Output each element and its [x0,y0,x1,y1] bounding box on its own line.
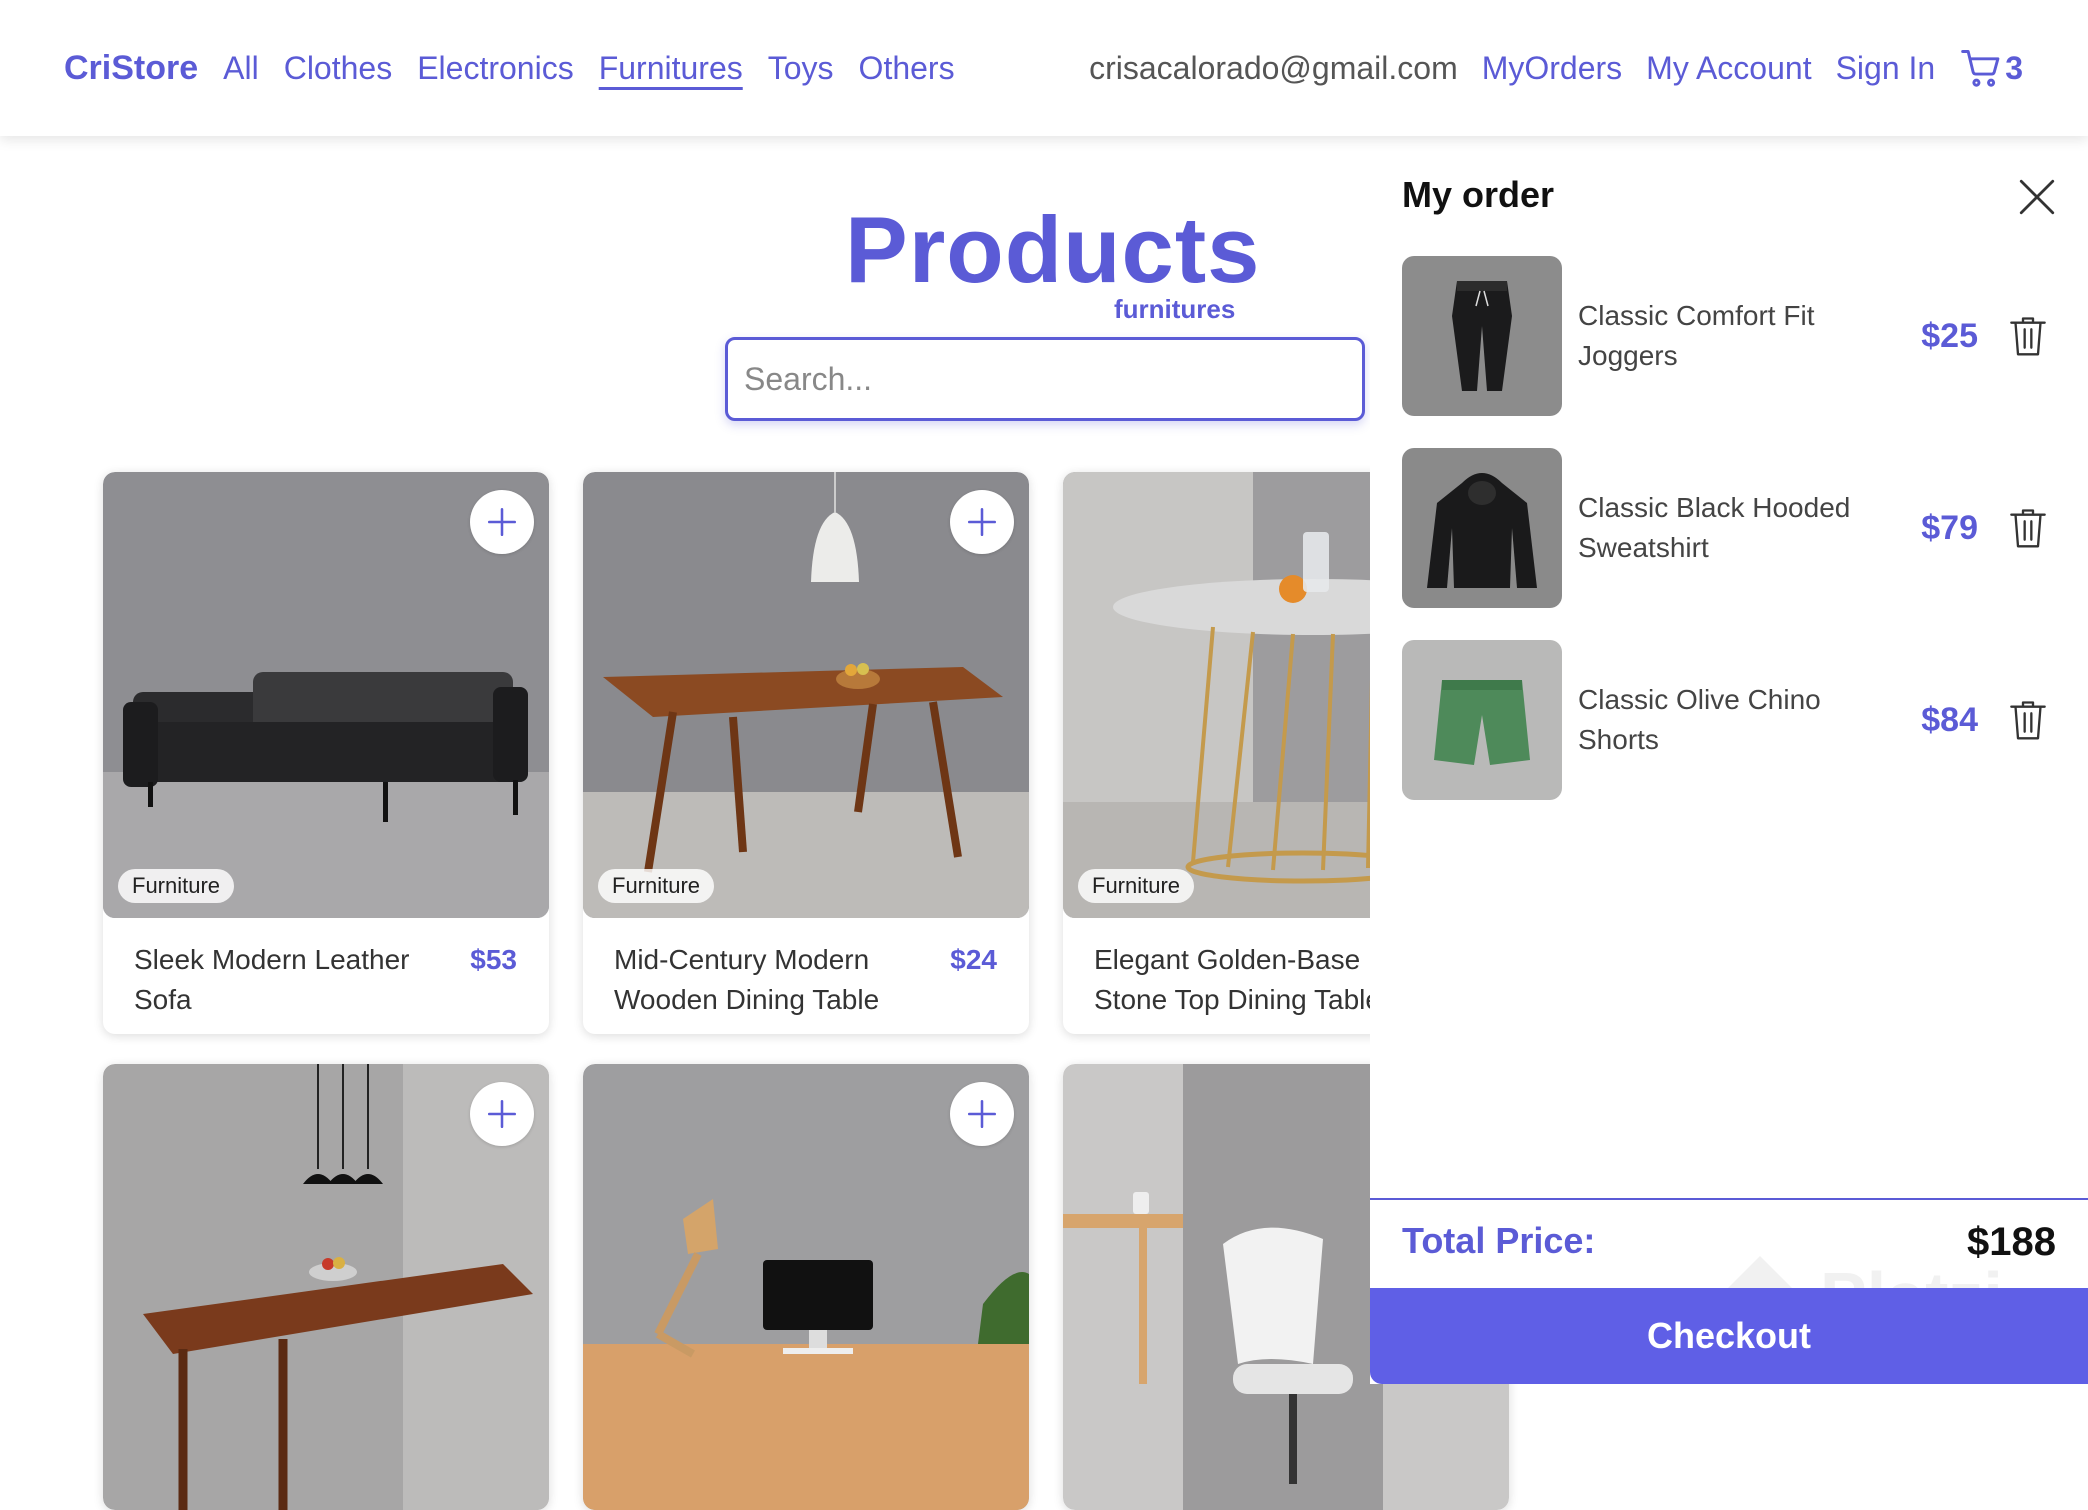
page-title: Products [845,197,1261,302]
plus-icon [487,507,517,537]
trash-icon[interactable] [2008,506,2048,550]
main-content: Products furnitures Furniture Slee [0,136,1509,1510]
add-to-cart-button[interactable] [470,490,534,554]
nav-right: crisacalorado@gmail.com MyOrders My Acco… [1089,0,2023,136]
order-item-name: Classic Olive Chino Shorts [1578,684,1821,755]
panel-divider [1370,1198,2088,1200]
add-to-cart-button[interactable] [950,1082,1014,1146]
order-item-name: Classic Black Hooded Sweatshirt [1578,492,1851,563]
panel-title: My order [1402,174,1555,215]
product-price: $24 [950,944,997,975]
close-icon[interactable] [2016,176,2058,218]
nav-link-others[interactable]: Others [859,50,955,87]
nav-link-clothes[interactable]: Clothes [284,50,393,87]
nav-link-sign-in[interactable]: Sign In [1836,50,1936,87]
product-name: Elegant Golden-Base Stone Top Dining Tab… [1094,944,1381,1015]
category-badge: Furniture [118,869,235,903]
plus-icon [487,1099,517,1129]
plus-icon [967,507,997,537]
order-item: Classic Olive Chino Shorts $84 [1402,640,2062,800]
order-item-price: $25 [1921,316,1978,355]
product-name: Sleek Modern Leather Sofa [134,944,410,1015]
card-info: Mid-Century Modern Wooden Dining Table $… [583,918,1029,1034]
product-image: Furniture [583,472,1029,918]
checkout-button[interactable]: Checkout [1370,1288,2088,1384]
product-card[interactable]: Furniture Sleek Modern Leather Sofa $53 [103,472,549,1034]
product-card[interactable] [583,1064,1029,1510]
nav-link-toys[interactable]: Toys [768,50,834,87]
product-image [583,1064,1029,1510]
add-to-cart-button[interactable] [950,490,1014,554]
order-item-price: $79 [1921,508,1978,547]
order-item-image [1402,448,1562,608]
category-subtitle: furnitures [1114,294,1236,324]
trash-icon[interactable] [2008,698,2048,742]
cart-count: 3 [2005,49,2023,86]
product-card[interactable] [103,1064,549,1510]
order-item-image [1402,640,1562,800]
order-item-price: $84 [1921,700,1978,739]
order-side-panel: My order Classic Comfort Fit Joggers $25 [1370,136,2088,1384]
product-price: $53 [470,944,517,975]
order-item: Classic Comfort Fit Joggers $25 [1402,256,2062,416]
product-image [103,1064,549,1510]
total-price-label: Total Price: [1402,1220,1596,1261]
plus-icon [967,1099,997,1129]
nav-link-electronics[interactable]: Electronics [417,50,574,87]
product-image: Furniture [103,472,549,918]
category-badge: Furniture [598,869,715,903]
cart-button[interactable]: 3 [1959,46,2023,90]
category-badge: Furniture [1078,869,1195,903]
brand-logo[interactable]: CriStore [64,49,198,88]
card-info: Sleek Modern Leather Sofa $53 [103,918,549,1034]
top-navbar: CriStore All Clothes Electronics Furnitu… [0,0,2088,136]
nav-link-my-account[interactable]: My Account [1646,50,1811,87]
order-item: Classic Black Hooded Sweatshirt $79 [1402,448,2062,608]
order-item-name: Classic Comfort Fit Joggers [1578,300,1815,371]
shopping-cart-icon [1961,50,2000,87]
order-item-image [1402,256,1562,416]
product-name: Mid-Century Modern Wooden Dining Table [614,944,880,1015]
search-input[interactable] [725,337,1365,421]
user-email: crisacalorado@gmail.com [1089,49,1458,86]
add-to-cart-button[interactable] [470,1082,534,1146]
nav-link-furnitures[interactable]: Furnitures [599,50,743,87]
nav-left: CriStore All Clothes Electronics Furnitu… [64,0,955,136]
trash-icon[interactable] [2008,314,2048,358]
nav-link-all[interactable]: All [223,50,259,87]
product-card[interactable]: Furniture Mid-Century Modern Wooden Dini… [583,472,1029,1034]
nav-link-my-orders[interactable]: MyOrders [1482,50,1622,87]
